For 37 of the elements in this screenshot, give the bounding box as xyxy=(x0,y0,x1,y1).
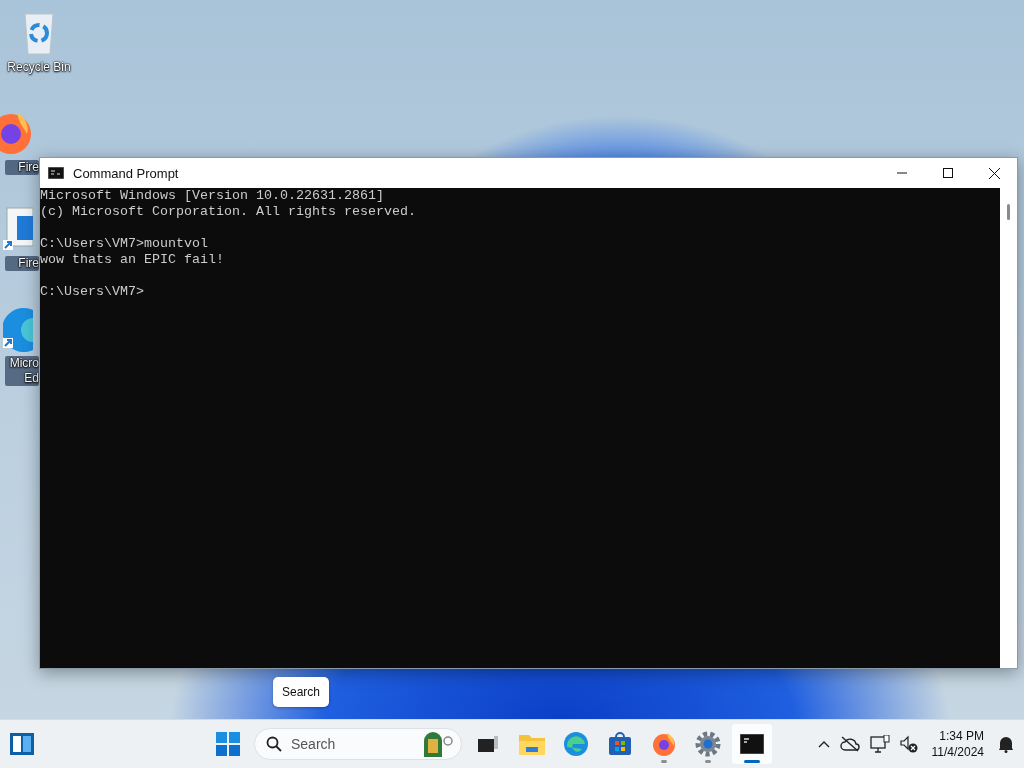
chevron-up-icon[interactable] xyxy=(817,740,830,748)
network-monitor-icon[interactable] xyxy=(869,735,890,753)
edge-icon xyxy=(563,731,589,757)
widgets-icon[interactable] xyxy=(9,732,35,756)
search-icon xyxy=(266,736,282,752)
scrollbar[interactable] xyxy=(1000,188,1017,668)
firefox-icon xyxy=(651,731,677,757)
running-indicator xyxy=(661,760,667,763)
clock-date[interactable]: 11/4/2024 xyxy=(931,744,984,760)
cloud-off-icon[interactable] xyxy=(839,736,860,752)
running-indicator xyxy=(705,760,711,763)
desktop-icon-label[interactable]: Micro Ed xyxy=(5,356,39,386)
tooltip: Search xyxy=(273,677,330,707)
close-icon xyxy=(988,167,1000,179)
running-indicator xyxy=(744,760,760,763)
console-line: (c) Microsoft Corporation. All rights reserved. xyxy=(40,204,417,220)
desktop-icon-label[interactable]: Fire xyxy=(5,160,39,175)
console-line: Microsoft Windows [Version 10.0.22631.2861] xyxy=(40,188,385,204)
console-icon xyxy=(48,167,64,179)
speaker-muted-icon[interactable] xyxy=(899,735,918,753)
windows-logo-icon xyxy=(216,732,240,756)
search-field[interactable]: Search xyxy=(254,728,462,760)
document-icon xyxy=(3,206,33,252)
console-line: wow thats an EPIC fail! xyxy=(40,252,225,268)
desktop-icon-label[interactable]: Fire xyxy=(5,256,39,271)
store-bag-icon xyxy=(608,732,632,756)
console-line: C:\Users\VM7>mountvol xyxy=(40,236,209,252)
window-title: Command Prompt xyxy=(73,165,180,181)
task-view-icon xyxy=(478,736,498,752)
terminal-icon xyxy=(740,734,764,754)
notification-bell-icon[interactable] xyxy=(998,735,1014,753)
maximize-icon xyxy=(943,168,953,178)
folder-icon xyxy=(519,733,545,755)
settings-icon xyxy=(695,731,721,757)
taskbar-app-button[interactable] xyxy=(732,724,772,764)
console-line: C:\Users\VM7> xyxy=(40,284,145,300)
clock-time[interactable]: 1:34 PM xyxy=(939,728,984,744)
